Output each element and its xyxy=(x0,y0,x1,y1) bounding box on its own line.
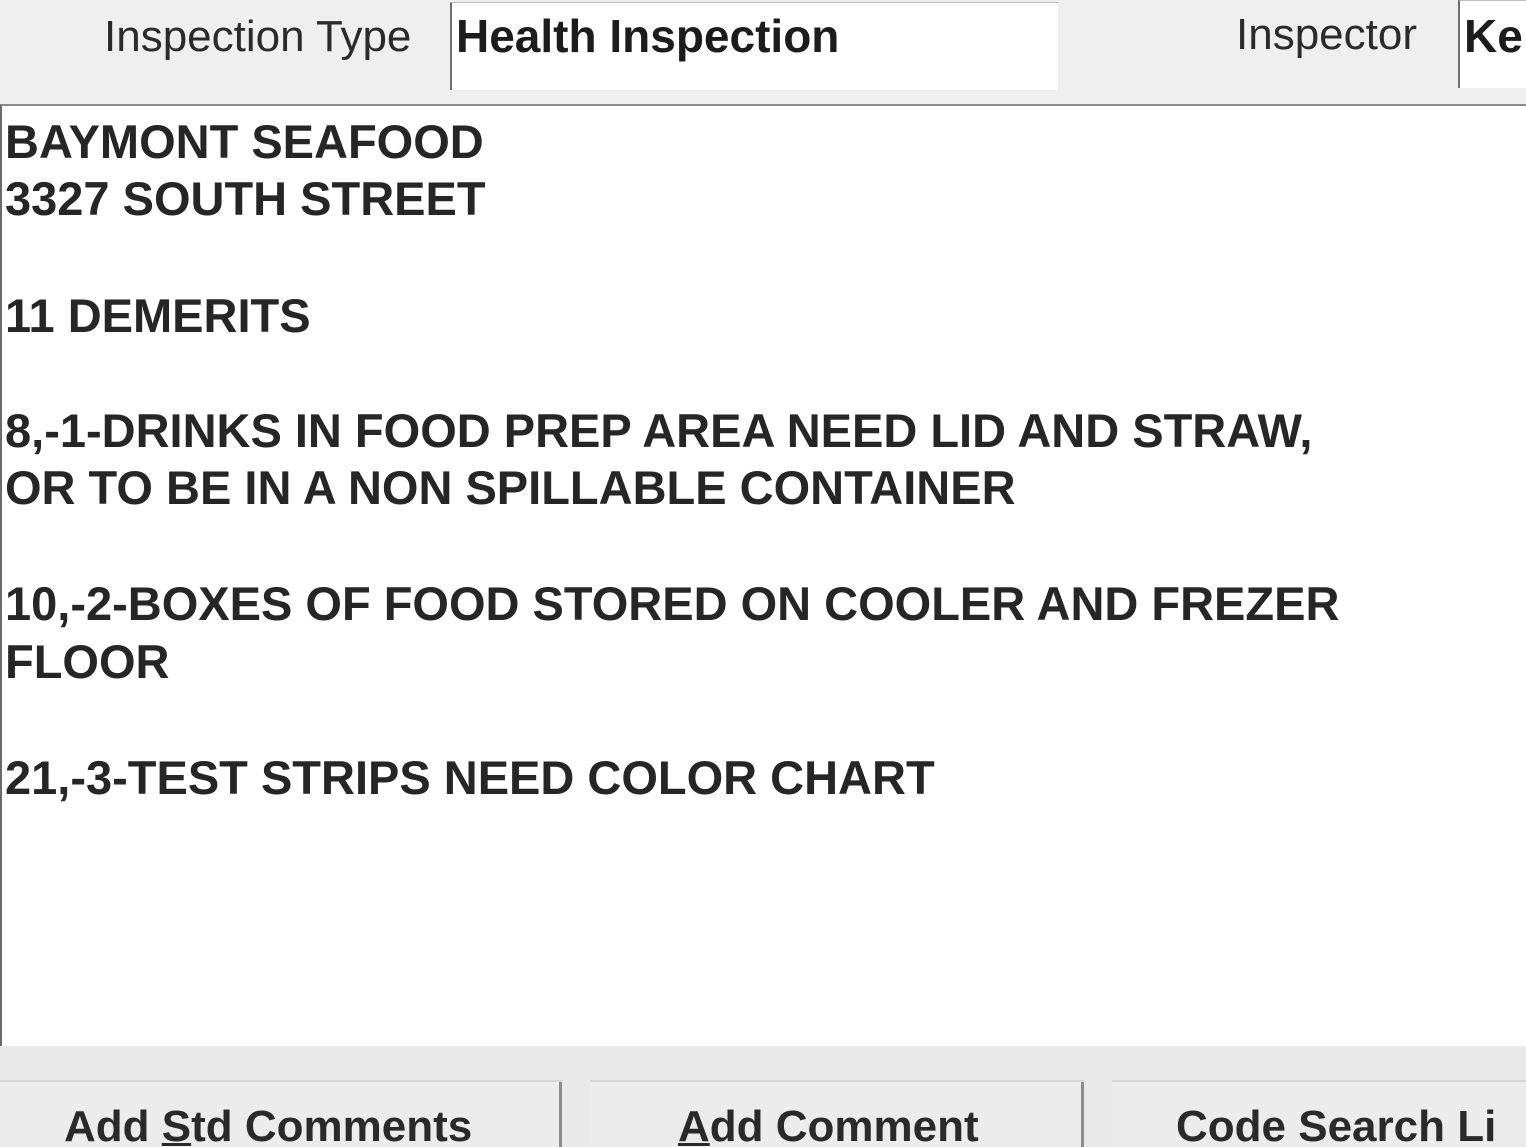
inspector-field[interactable]: Ke xyxy=(1458,0,1526,88)
button-bar: Add Std Comments Add Comment Code Search… xyxy=(0,1046,1526,1147)
code-search-button[interactable]: Code Search Li xyxy=(1112,1080,1526,1147)
inspection-notes-window: Inspection Type Health Inspection Inspec… xyxy=(0,0,1526,1147)
inspection-type-field[interactable]: Health Inspection xyxy=(450,2,1058,90)
add-std-comments-button[interactable]: Add Std Comments xyxy=(0,1080,562,1147)
inspection-type-label: Inspection Type xyxy=(104,12,412,61)
violation-3-line-1: 21,-3-TEST STRIPS NEED COLOR CHART xyxy=(5,751,935,804)
violation-2-line-2: FLOOR xyxy=(5,635,170,688)
violation-1-line-2: OR TO BE IN A NON SPILLABLE CONTAINER xyxy=(5,461,1016,514)
establishment-name: BAYMONT SEAFOOD xyxy=(5,115,484,168)
inspection-notes-textarea[interactable]: BAYMONT SEAFOOD 3327 SOUTH STREET 11 DEM… xyxy=(0,104,1526,1046)
demerits-total: 11 DEMERITS xyxy=(5,289,311,342)
button-separator xyxy=(1081,1082,1084,1147)
violation-1-line-1: 8,-1-DRINKS IN FOOD PREP AREA NEED LID A… xyxy=(5,404,1313,457)
violation-2-line-1: 10,-2-BOXES OF FOOD STORED ON COOLER AND… xyxy=(5,577,1340,630)
inspector-label: Inspector xyxy=(1236,10,1417,59)
button-separator xyxy=(559,1082,562,1147)
header-bar: Inspection Type Health Inspection Inspec… xyxy=(0,0,1526,104)
establishment-address: 3327 SOUTH STREET xyxy=(5,172,486,225)
add-std-comments-label: Add Std Comments xyxy=(64,1102,472,1147)
mnemonic-s: S xyxy=(161,1102,192,1147)
add-comment-button[interactable]: Add Comment xyxy=(590,1080,1084,1147)
code-search-label: Code Search Li xyxy=(1176,1102,1497,1147)
add-comment-label: Add Comment xyxy=(678,1102,979,1147)
mnemonic-a: A xyxy=(678,1102,710,1147)
